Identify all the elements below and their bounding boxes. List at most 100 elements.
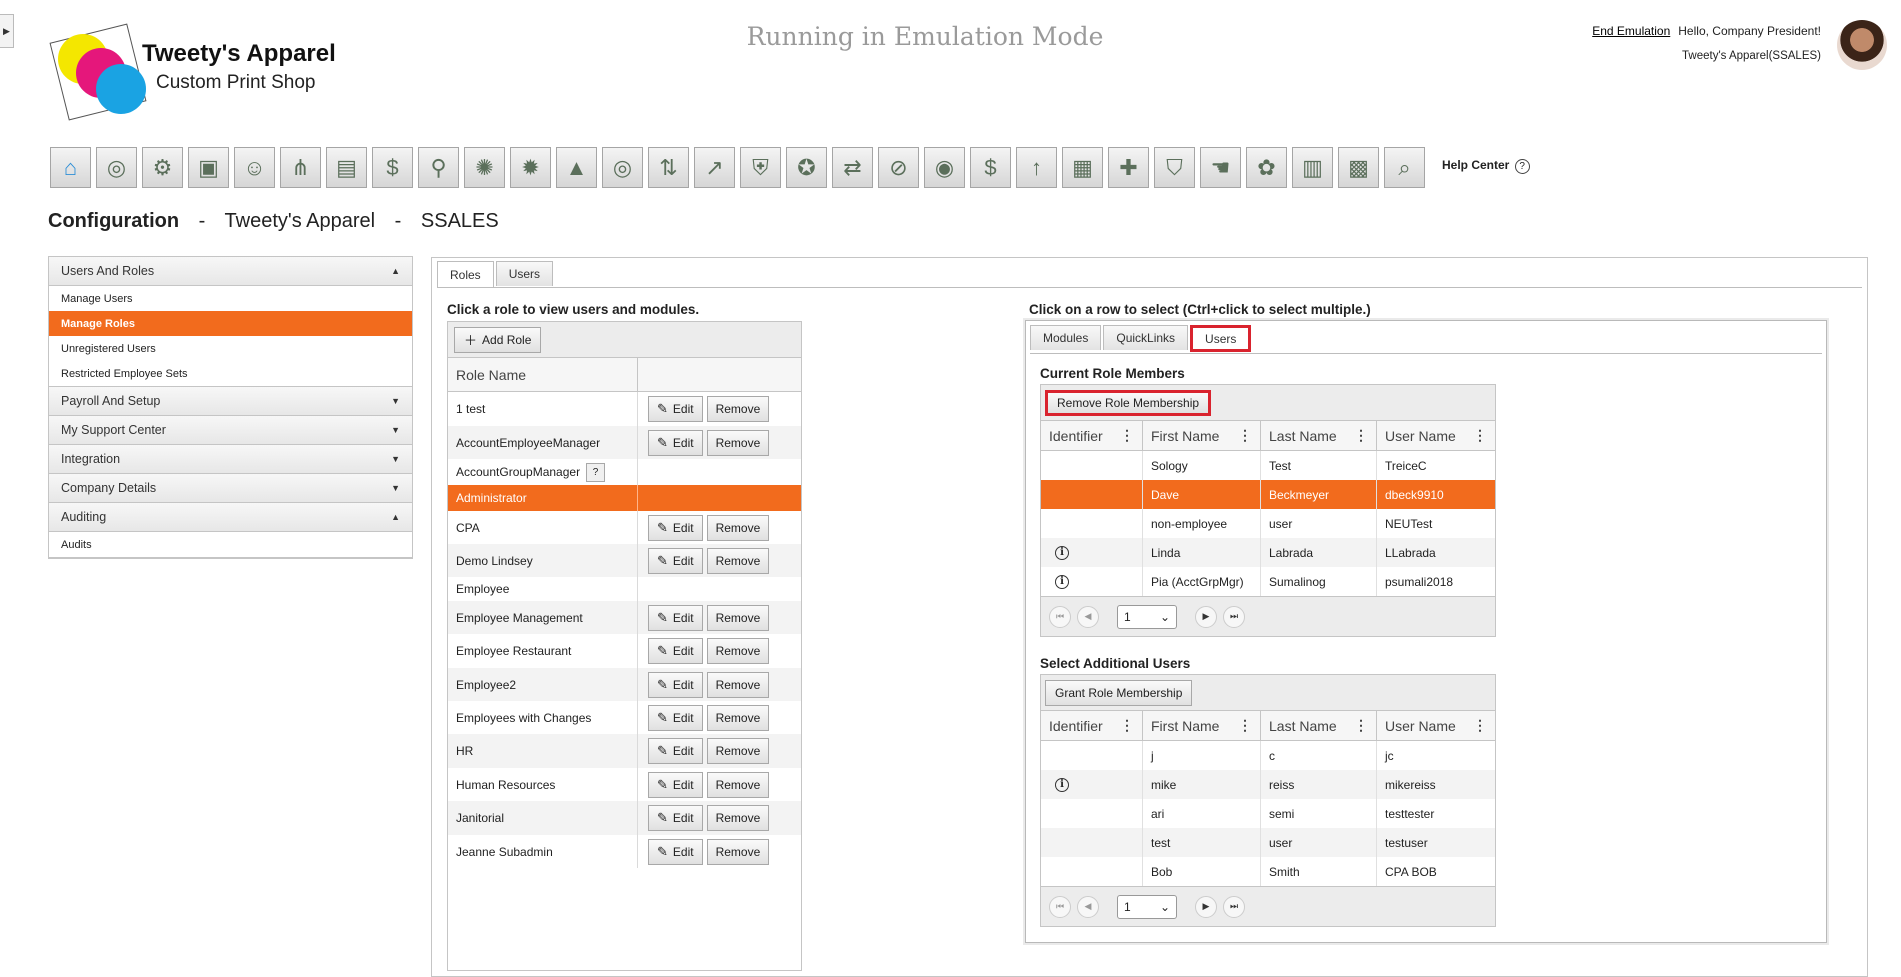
user-row[interactable]: non-employee user NEUTest — [1041, 509, 1495, 538]
toolbar-hand-pointer-button[interactable]: ☚ — [1200, 147, 1241, 188]
toolbar-person-arrow-button[interactable]: ↗ — [694, 147, 735, 188]
end-emulation-link[interactable]: End Emulation — [1592, 24, 1670, 38]
edit-role-button[interactable]: ✎ Edit — [648, 604, 703, 631]
prev-page-icon[interactable]: ◀ — [1077, 605, 1099, 628]
kebab-menu-icon[interactable]: ⋮ — [1120, 427, 1134, 444]
toolbar-shield-person-button[interactable]: ⛨ — [740, 147, 781, 188]
kebab-menu-icon[interactable]: ⋮ — [1120, 717, 1134, 734]
edit-role-button[interactable]: ✎ Edit — [648, 838, 703, 865]
tab-roles[interactable]: Roles — [437, 261, 494, 288]
next-page-icon[interactable]: ▶ — [1195, 605, 1217, 628]
sidebar-group-integration[interactable]: Integration ▼ — [49, 445, 412, 474]
edit-role-button[interactable]: ✎ Edit — [648, 805, 703, 831]
column-header-last-name[interactable]: Last Name ⋮ — [1261, 421, 1377, 450]
column-header-user-name[interactable]: User Name ⋮ — [1377, 711, 1495, 740]
edit-role-button[interactable]: ✎ Edit — [648, 671, 703, 698]
toolbar-grid-people-button[interactable]: ▦ — [1062, 147, 1103, 188]
add-role-button[interactable]: ＋ Add Role — [454, 326, 542, 353]
toolbar-no-search-button[interactable]: ⊘ — [878, 147, 919, 188]
role-row[interactable]: CPA ✎ Edit Remove — [448, 511, 801, 544]
toolbar-award-button[interactable]: ✪ — [786, 147, 827, 188]
first-page-icon[interactable]: ⏮ — [1049, 895, 1071, 918]
toolbar-person-up-button[interactable]: ↑ — [1016, 147, 1057, 188]
kebab-menu-icon[interactable]: ⋮ — [1238, 717, 1252, 734]
role-row[interactable]: Employees with Changes ✎ Edit Remove — [448, 701, 801, 734]
role-name-header[interactable]: Role Name — [448, 358, 638, 391]
toolbar-target-gear-button[interactable]: ✺ — [464, 147, 505, 188]
avatar[interactable] — [1837, 20, 1887, 70]
sidebar-group-payroll-and-setup[interactable]: Payroll And Setup ▼ — [49, 387, 412, 416]
remove-role-button[interactable]: Remove — [706, 547, 770, 574]
sidebar-item-restricted-employee-sets[interactable]: Restricted Employee Sets — [49, 361, 412, 386]
sidebar-group-my-support-center[interactable]: My Support Center ▼ — [49, 416, 412, 445]
sidebar-item-manage-roles[interactable]: Manage Roles — [49, 311, 412, 336]
next-page-icon[interactable]: ▶ — [1195, 895, 1217, 918]
user-row[interactable]: i mike reiss mikereiss — [1041, 770, 1495, 799]
role-row[interactable]: Human Resources ✎ Edit Remove — [448, 768, 801, 801]
role-row[interactable]: Demo Lindsey ✎ Edit Remove — [448, 544, 801, 577]
remove-role-button[interactable]: Remove — [706, 638, 770, 664]
kebab-menu-icon[interactable]: ⋮ — [1473, 717, 1487, 734]
edit-role-button[interactable]: ✎ Edit — [648, 514, 703, 541]
sidebar-item-audits[interactable]: Audits — [49, 532, 412, 557]
edit-role-button[interactable]: ✎ Edit — [648, 704, 703, 731]
user-row[interactable]: j c jc — [1041, 741, 1495, 770]
column-header-identifier[interactable]: Identifier ⋮ — [1041, 421, 1143, 450]
remove-role-button[interactable]: Remove — [706, 514, 770, 541]
toolbar-growth-chart-button[interactable]: ▲ — [556, 147, 597, 188]
toolbar-document-button[interactable]: ▤ — [326, 147, 367, 188]
sidebar-group-auditing[interactable]: Auditing ▲ — [49, 503, 412, 532]
edit-role-button[interactable]: ✎ Edit — [648, 429, 703, 456]
remove-role-button[interactable]: Remove — [706, 771, 770, 798]
role-row[interactable]: AccountEmployeeManager ✎ Edit Remove — [448, 426, 801, 459]
role-row[interactable]: Jeanne Subadmin ✎ Edit Remove — [448, 835, 801, 868]
grant-membership-button[interactable]: Grant Role Membership — [1045, 679, 1193, 706]
sidebar-group-company-details[interactable]: Company Details ▼ — [49, 474, 412, 503]
info-icon[interactable]: i — [1055, 545, 1069, 560]
edit-role-button[interactable]: ✎ Edit — [648, 738, 703, 764]
toolbar-presentation-button[interactable]: ▣ — [188, 147, 229, 188]
sidebar-item-manage-users[interactable]: Manage Users — [49, 286, 412, 311]
column-header-last-name[interactable]: Last Name ⋮ — [1261, 711, 1377, 740]
edit-role-button[interactable]: ✎ Edit — [648, 396, 703, 422]
kebab-menu-icon[interactable]: ⋮ — [1354, 427, 1368, 444]
role-row[interactable]: AccountGroupManager? — [448, 459, 801, 485]
toolbar-shield-button[interactable]: ⛉ — [1154, 147, 1195, 188]
prev-page-icon[interactable]: ◀ — [1077, 895, 1099, 918]
column-header-identifier[interactable]: Identifier ⋮ — [1041, 711, 1143, 740]
last-page-icon[interactable]: ⏭ — [1223, 895, 1245, 918]
role-row[interactable]: Employee Management ✎ Edit Remove — [448, 601, 801, 634]
toolbar-calculator-button[interactable]: ▥ — [1292, 147, 1333, 188]
role-row[interactable]: Janitorial ✎ Edit Remove — [448, 801, 801, 835]
user-row[interactable]: i Pia (AcctGrpMgr) Sumalinog psumali2018 — [1041, 567, 1495, 596]
toolbar-home-button[interactable]: ⌂ — [50, 147, 91, 188]
toolbar-person-transfer-button[interactable]: ⇄ — [832, 147, 873, 188]
kebab-menu-icon[interactable]: ⋮ — [1354, 717, 1368, 734]
toolbar-search-person-button[interactable]: ⚲ — [418, 147, 459, 188]
role-row[interactable]: 1 test ✎ Edit Remove — [448, 392, 801, 426]
column-header-user-name[interactable]: User Name ⋮ — [1377, 421, 1495, 450]
user-row[interactable]: test user testuser — [1041, 828, 1495, 857]
toolbar-org-chart-button[interactable]: ⋔ — [280, 147, 321, 188]
remove-role-button[interactable]: Remove — [706, 738, 770, 764]
side-panel-toggle[interactable]: ▶ — [0, 14, 14, 48]
toolbar-gear-people-button[interactable]: ⚙ — [142, 147, 183, 188]
detail-tab-users[interactable]: Users — [1190, 325, 1252, 352]
role-row[interactable]: Employee — [448, 577, 801, 601]
column-header-first-name[interactable]: First Name ⋮ — [1143, 711, 1261, 740]
user-row[interactable]: Sology Test TreiceC — [1041, 451, 1495, 480]
kebab-menu-icon[interactable]: ⋮ — [1473, 427, 1487, 444]
remove-role-button[interactable]: Remove — [706, 671, 770, 698]
edit-role-button[interactable]: ✎ Edit — [648, 547, 703, 574]
toolbar-clipboard-add-button[interactable]: ✚ — [1108, 147, 1149, 188]
toolbar-target-button[interactable]: ◎ — [96, 147, 137, 188]
info-icon[interactable]: i — [1055, 777, 1069, 792]
last-page-icon[interactable]: ⏭ — [1223, 605, 1245, 628]
role-row[interactable]: Employee2 ✎ Edit Remove — [448, 668, 801, 701]
toolbar-search-money-button[interactable]: ⌕ — [1384, 147, 1425, 188]
remove-membership-button[interactable]: Remove Role Membership — [1045, 389, 1212, 416]
toolbar-settings-button[interactable]: ✹ — [510, 147, 551, 188]
help-badge-icon[interactable]: ? — [586, 462, 606, 482]
toolbar-fingerprint-button[interactable]: ◉ — [924, 147, 965, 188]
toolbar-money-bag-button[interactable]: $ — [372, 147, 413, 188]
